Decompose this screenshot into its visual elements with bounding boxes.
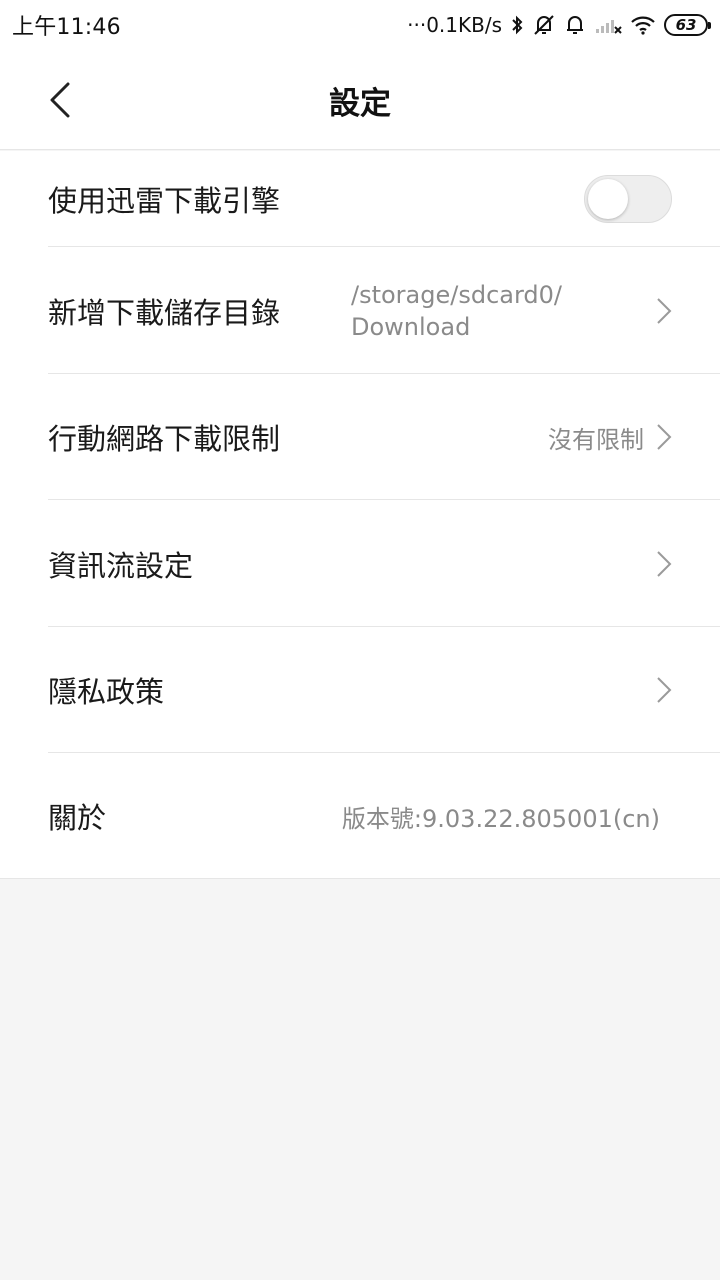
settings-list: 使用迅雷下載引擎 新增下載儲存目錄 /storage/sdcard0/ Down… [0, 151, 720, 879]
settings-screen: 上午11:46 ···0.1KB/s 63 設定 使用迅雷下載引擎 新增下載儲存… [0, 0, 720, 1280]
status-icons: ···0.1KB/s 63 [407, 13, 711, 37]
setting-privacy[interactable]: 隱私政策 [0, 627, 720, 753]
setting-thunder-engine[interactable]: 使用迅雷下載引擎 [0, 151, 720, 247]
back-arrow-icon [50, 82, 70, 118]
battery-icon: 63 [664, 14, 711, 36]
setting-about[interactable]: 關於 版本號:9.03.22.805001(cn) [0, 753, 720, 879]
status-bar: 上午11:46 ···0.1KB/s 63 [0, 0, 720, 50]
page-title: 設定 [329, 85, 391, 122]
thunder-engine-toggle[interactable] [584, 175, 672, 223]
setting-label: 行動網路下載限制 [48, 422, 281, 456]
bell-icon [564, 14, 586, 36]
setting-feed[interactable]: 資訊流設定 [0, 500, 720, 627]
setting-label: 使用迅雷下載引擎 [48, 184, 281, 218]
chevron-right-icon [657, 424, 672, 450]
network-speed: ···0.1KB/s [407, 13, 502, 37]
setting-label: 關於 [48, 801, 107, 835]
setting-mobile-limit[interactable]: 行動網路下載限制 沒有限制 [0, 374, 720, 500]
signal-icon [594, 15, 622, 35]
setting-label: 新增下載儲存目錄 [48, 295, 281, 330]
download-path-value: /storage/sdcard0/ Download [351, 279, 562, 343]
download-path-line1: /storage/sdcard0/ [351, 281, 563, 309]
wifi-icon [630, 15, 656, 35]
chevron-right-icon [657, 677, 672, 703]
setting-download-dir[interactable]: 新增下載儲存目錄 /storage/sdcard0/ Download [0, 247, 720, 374]
app-header: 設定 [0, 50, 720, 150]
mute-bell-icon [532, 14, 556, 36]
back-button[interactable] [36, 76, 84, 124]
bluetooth-icon [510, 15, 524, 35]
chevron-right-icon [657, 297, 672, 324]
setting-label: 資訊流設定 [48, 548, 194, 583]
setting-label: 隱私政策 [48, 675, 165, 709]
status-time: 上午11:46 [12, 15, 121, 40]
toggle-knob [588, 179, 628, 219]
mobile-limit-value: 沒有限制 [548, 425, 644, 454]
version-value: 版本號:9.03.22.805001(cn) [341, 804, 660, 833]
download-path-line2: Download [351, 313, 471, 341]
chevron-right-icon [657, 550, 672, 577]
